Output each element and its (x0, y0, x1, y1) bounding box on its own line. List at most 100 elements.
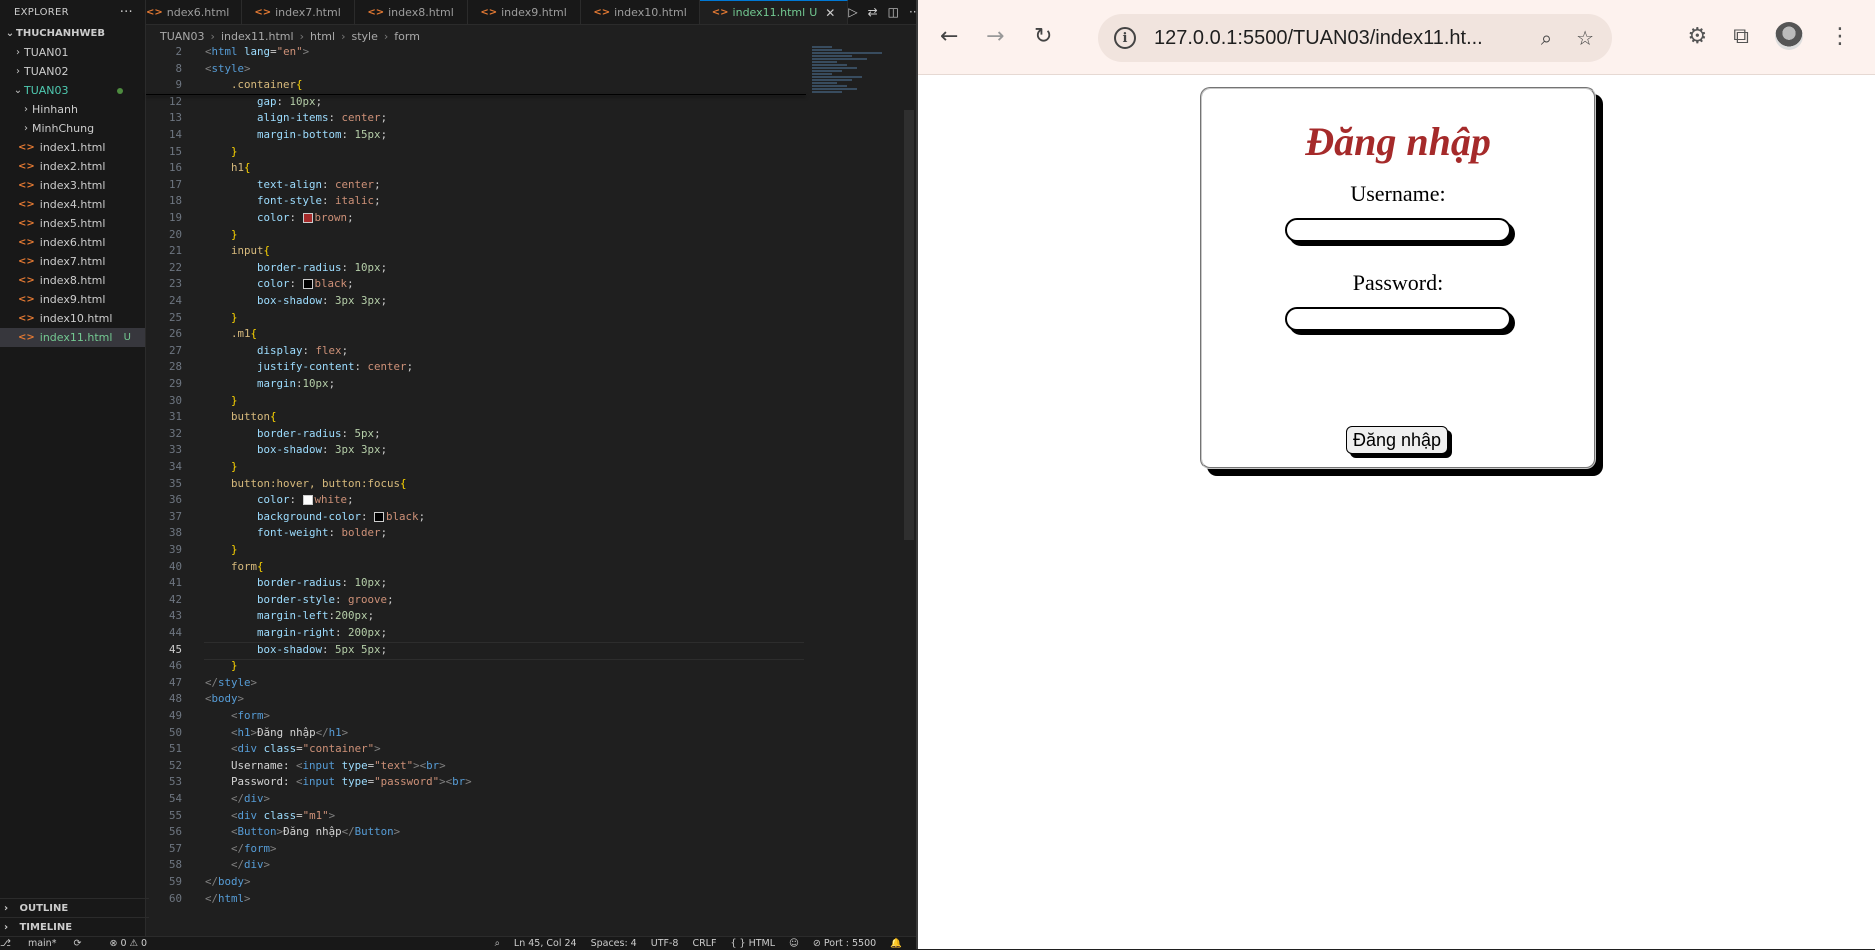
login-button[interactable]: Đăng nhập (1346, 426, 1448, 454)
code-line: 17 text-align: center; (146, 177, 806, 194)
line-ending[interactable]: CRLF (692, 938, 716, 949)
folder-minhchung[interactable]: › MinhChung (0, 119, 145, 138)
code-token: ; (418, 509, 426, 523)
file-item[interactable]: <> index4.html (0, 195, 145, 214)
password-input[interactable] (1285, 307, 1511, 331)
breadcrumb-item[interactable]: html (310, 30, 335, 43)
file-item[interactable]: <> index5.html (0, 214, 145, 233)
code-token: 200px (335, 609, 368, 623)
breadcrumb-item[interactable]: index11.html (221, 30, 294, 43)
editor-tab[interactable]: <> index9.html (468, 0, 582, 24)
file-item[interactable]: <> index1.html (0, 138, 145, 157)
tab-label: ndex6.html (166, 5, 230, 19)
editor-tab[interactable]: <> index7.html (242, 0, 356, 24)
back-icon[interactable]: ← (940, 24, 958, 49)
minimap[interactable] (812, 46, 902, 166)
file-item[interactable]: <> index7.html (0, 252, 145, 271)
editor-tab[interactable]: <> index11.html U ✕ (699, 0, 849, 24)
file-item[interactable]: <> index8.html (0, 271, 145, 290)
folder-tuan02[interactable]: › TUAN02 (0, 62, 145, 81)
file-item[interactable]: <> index6.html (0, 233, 145, 252)
file-item[interactable]: <> index10.html (0, 309, 145, 328)
file-item[interactable]: <> index11.html U (0, 328, 145, 347)
line-number: 8 (175, 61, 182, 75)
editor-tab[interactable]: <> ndex6.html (146, 0, 243, 24)
login-title: Đăng nhập (1305, 119, 1491, 164)
forward-icon[interactable]: → (986, 24, 1004, 49)
compare-icon[interactable]: ⇄ (868, 5, 878, 19)
code-line: 20 } (146, 227, 806, 244)
code-token: 5px 5px (335, 642, 381, 656)
chevron-right-icon: › (16, 66, 20, 77)
folder-tuan03[interactable]: ⌄ TUAN03 (0, 81, 145, 100)
notifications-icon[interactable]: 🔔 (890, 938, 902, 949)
more-actions-icon[interactable]: ··· (120, 5, 133, 20)
line-number: 30 (168, 393, 182, 407)
tab-label: index11.html (732, 6, 806, 19)
extension-icon[interactable]: ⚙ (1688, 24, 1708, 49)
username-input[interactable] (1285, 218, 1511, 242)
code-token: 10px (302, 377, 329, 390)
profile-avatar[interactable] (1775, 22, 1803, 50)
cursor-position[interactable]: Ln 45, Col 24 (514, 938, 577, 949)
browser-menu-icon[interactable]: ⋮ (1829, 24, 1851, 49)
line-number: 44 (168, 626, 182, 639)
code-token: > (263, 792, 271, 805)
url-text[interactable]: 127.0.0.1:5500/TUAN03/index11.ht... (1154, 27, 1483, 50)
run-icon[interactable]: ▷ (848, 5, 857, 19)
code-line: 31 button{ (146, 409, 806, 426)
editor-scrollbar[interactable] (904, 110, 914, 540)
color-swatch (302, 279, 313, 290)
live-server-port[interactable]: ⊘ Port : 5500 (813, 938, 876, 949)
code-token: > (244, 61, 251, 75)
file-item[interactable]: <> index9.html (0, 290, 145, 309)
breadcrumb-item[interactable]: form (394, 30, 420, 43)
file-item[interactable]: <> index3.html (0, 176, 145, 195)
branch-status[interactable]: ⎇ main* ⟳ (0, 938, 95, 949)
folder-hinhanh[interactable]: › Hinhanh (0, 100, 145, 119)
split-editor-icon[interactable]: ◫ (888, 5, 899, 19)
code-token: : (322, 443, 336, 457)
file-label: index2.html (39, 160, 106, 173)
reload-icon[interactable]: ↻ (1034, 24, 1052, 49)
encoding[interactable]: UTF-8 (651, 938, 679, 949)
code-editor[interactable]: 2 <html lang="en"> 8 <style> 9 .container{12… (146, 45, 916, 936)
language-mode[interactable]: { } HTML (730, 938, 775, 949)
address-bar[interactable]: i 127.0.0.1:5500/TUAN03/index11.ht... ⌕ … (1098, 14, 1612, 62)
breadcrumb-item[interactable]: style (351, 30, 377, 43)
code-token: html (218, 891, 245, 905)
problems-status[interactable]: ⊗ 0 ⚠ 0 (109, 938, 147, 949)
code-token: { (296, 78, 303, 92)
editor-tab[interactable]: <> index8.html (355, 0, 469, 24)
line-number: 25 (168, 310, 182, 324)
outline-section[interactable]: › OUTLINE (0, 898, 149, 918)
line-number: 49 (168, 709, 182, 722)
close-icon[interactable]: ✕ (825, 6, 835, 20)
line-number: 24 (168, 294, 182, 307)
file-item[interactable]: <> index2.html (0, 157, 145, 176)
site-info-icon[interactable]: i (1114, 27, 1136, 49)
code-token: "container" (302, 742, 375, 756)
extensions-puzzle-icon[interactable]: ⧉ (1733, 24, 1749, 49)
html-file-icon: <> (18, 237, 35, 248)
indentation[interactable]: Spaces: 4 (591, 938, 637, 949)
breadcrumb-item[interactable]: TUAN03 (160, 30, 205, 43)
code-token: ; (406, 360, 414, 374)
code-token: br (426, 758, 440, 772)
timeline-section[interactable]: › TIMELINE (0, 917, 149, 937)
zoom-icon[interactable]: ⌕ (1541, 26, 1552, 50)
html-file-icon: <> (18, 180, 35, 191)
editor-tab[interactable]: <> index10.html (581, 0, 700, 24)
zoom-icon[interactable]: ⌕ (495, 938, 500, 949)
folder-tuan01[interactable]: › TUAN01 (0, 43, 145, 62)
code-token: .m1 (231, 327, 251, 341)
copilot-icon[interactable]: ☺ (789, 938, 799, 949)
code-line: 51 <div class="container"> (146, 741, 806, 758)
code-token: gap (257, 94, 277, 108)
workspace-root[interactable]: ⌄ THUCHANHWEB (0, 24, 145, 43)
bookmark-star-icon[interactable]: ☆ (1576, 26, 1594, 50)
